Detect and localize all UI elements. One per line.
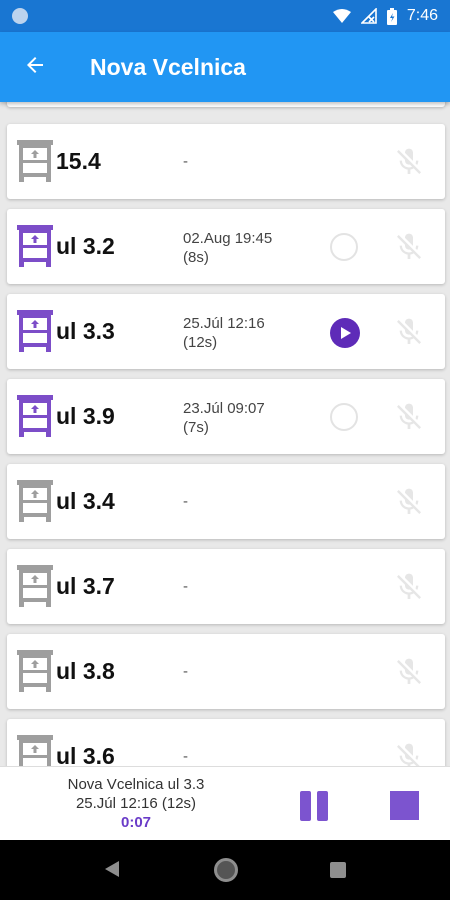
mic-off-icon[interactable] bbox=[393, 316, 425, 348]
status-time: 7:46 bbox=[406, 7, 438, 24]
last-recording: - bbox=[183, 153, 188, 170]
last-recording: - bbox=[183, 578, 188, 595]
pause-icon bbox=[300, 791, 328, 821]
recording-duration: (7s) bbox=[183, 419, 209, 436]
mic-off-icon[interactable] bbox=[393, 571, 425, 603]
list-item[interactable]: ul 3.7 - bbox=[7, 549, 445, 624]
beehive-icon bbox=[16, 309, 54, 353]
last-recording: 23.Júl 09:07 (7s) bbox=[183, 399, 265, 437]
beehive-icon bbox=[16, 479, 54, 523]
list-item[interactable]: ul 3.9 23.Júl 09:07 (7s) bbox=[7, 379, 445, 454]
stop-button[interactable] bbox=[390, 791, 419, 820]
play-recording-button[interactable] bbox=[330, 233, 360, 263]
beehive-icon bbox=[16, 734, 54, 766]
hive-name: ul 3.6 bbox=[56, 743, 115, 766]
last-recording: - bbox=[183, 748, 188, 765]
app-bar: Nova Vcelnica bbox=[0, 32, 450, 102]
beehive-icon bbox=[16, 649, 54, 693]
list-item[interactable]: ul 3.6 - bbox=[7, 719, 445, 766]
nav-back-button[interactable] bbox=[104, 860, 120, 883]
list-item[interactable]: ul 3.4 - bbox=[7, 464, 445, 539]
list-item[interactable]: 15.4 - bbox=[7, 124, 445, 199]
hive-name: ul 3.9 bbox=[56, 403, 115, 429]
recording-date: 25.Júl 12:16 bbox=[183, 315, 265, 332]
circle-icon bbox=[330, 233, 358, 261]
status-circle-icon bbox=[12, 8, 28, 24]
last-recording: - bbox=[183, 663, 188, 680]
page-title: Nova Vcelnica bbox=[90, 53, 246, 80]
list-item[interactable]: ul 3.8 - bbox=[7, 634, 445, 709]
play-recording-button[interactable] bbox=[330, 403, 360, 433]
status-bar: 7:46 bbox=[0, 0, 450, 32]
signal-off-icon bbox=[360, 8, 377, 24]
nav-recents-button[interactable] bbox=[330, 862, 346, 878]
recording-date: 23.Júl 09:07 bbox=[183, 400, 265, 417]
recording-date: 02.Aug 19:45 bbox=[183, 230, 273, 247]
mic-off-icon[interactable] bbox=[393, 486, 425, 518]
recording-duration: (12s) bbox=[183, 334, 218, 351]
hive-list[interactable]: 15.4 - ul 3.2 02.Aug 19:45 (8s) ul 3.3 25.Júl … bbox=[0, 102, 450, 766]
recording-duration: (8s) bbox=[183, 249, 209, 266]
player-position: 0:07 bbox=[120, 814, 152, 831]
circle-icon bbox=[330, 403, 358, 431]
audio-player: Nova Vcelnica ul 3.3 25.Júl 12:16 (12s) … bbox=[0, 766, 450, 840]
pause-button[interactable] bbox=[298, 791, 330, 821]
hive-name: ul 3.3 bbox=[56, 318, 115, 344]
beehive-icon bbox=[16, 224, 54, 268]
beehive-icon bbox=[16, 394, 54, 438]
play-icon bbox=[330, 318, 360, 348]
last-recording: 02.Aug 19:45 (8s) bbox=[183, 229, 272, 267]
beehive-icon bbox=[16, 139, 54, 183]
player-title: Nova Vcelnica ul 3.3 bbox=[67, 776, 205, 793]
mic-off-icon[interactable] bbox=[393, 656, 425, 688]
mic-off-icon[interactable] bbox=[393, 401, 425, 433]
last-recording: 25.Júl 12:16 (12s) bbox=[183, 314, 265, 352]
nav-back-icon bbox=[105, 861, 119, 877]
navigation-bar bbox=[0, 840, 450, 900]
mic-off-icon[interactable] bbox=[393, 146, 425, 178]
mic-off-icon[interactable] bbox=[393, 231, 425, 263]
mic-off-icon[interactable] bbox=[393, 741, 425, 766]
last-recording: - bbox=[183, 493, 188, 510]
hive-name: ul 3.7 bbox=[56, 573, 115, 599]
list-item bbox=[7, 102, 445, 107]
beehive-icon bbox=[16, 564, 54, 608]
player-subtitle: 25.Júl 12:16 (12s) bbox=[75, 795, 197, 812]
play-recording-button[interactable] bbox=[330, 318, 360, 348]
hive-name: 15.4 bbox=[56, 148, 101, 174]
back-button[interactable] bbox=[0, 32, 70, 102]
player-info: Nova Vcelnica ul 3.3 25.Júl 12:16 (12s) … bbox=[0, 775, 272, 832]
list-item[interactable]: ul 3.3 25.Júl 12:16 (12s) bbox=[7, 294, 445, 369]
battery-icon bbox=[386, 7, 397, 25]
wifi-icon bbox=[332, 8, 351, 24]
nav-home-button[interactable] bbox=[214, 858, 238, 882]
hive-name: ul 3.2 bbox=[56, 233, 115, 259]
list-item[interactable]: ul 3.2 02.Aug 19:45 (8s) bbox=[7, 209, 445, 284]
arrow-left-icon bbox=[23, 53, 47, 82]
hive-name: ul 3.4 bbox=[56, 488, 115, 514]
hive-name: ul 3.8 bbox=[56, 658, 115, 684]
